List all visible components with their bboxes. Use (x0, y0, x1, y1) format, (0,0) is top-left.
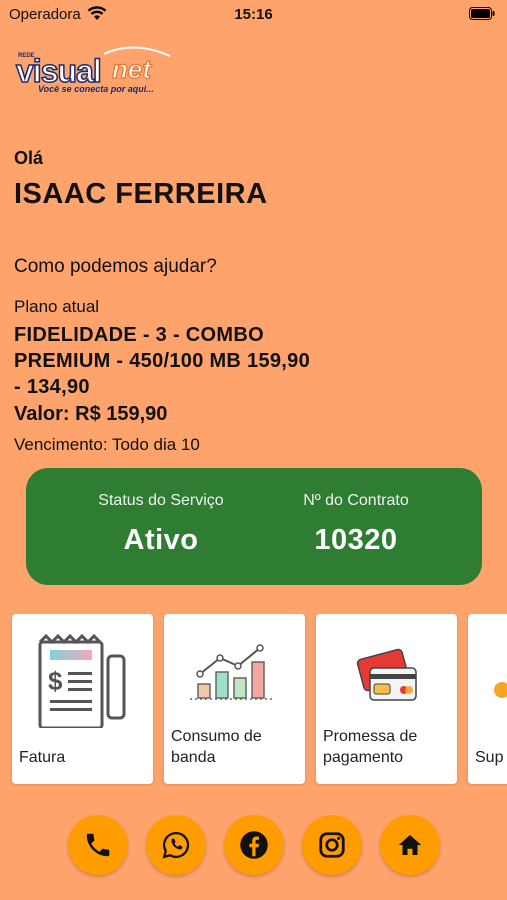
service-status-card: Status do Serviço Ativo Nº do Contrato 1… (26, 468, 482, 585)
plan-label: Plano atual (14, 297, 100, 316)
tile-support[interactable]: Sup (468, 614, 507, 784)
tile-bandwidth-label: Consumo de banda (171, 728, 262, 766)
contract-number-label: Nº do Contrato (303, 492, 409, 509)
user-name: ISAAC FERREIRA (14, 178, 268, 210)
bottom-action-bar (0, 815, 507, 877)
help-prompt: Como podemos ajudar? (14, 256, 217, 277)
svg-text:$: $ (48, 666, 63, 696)
tile-invoice-label: Fatura (19, 749, 66, 766)
phone-button[interactable] (68, 815, 128, 875)
tile-payment-promise-label: Promessa de pagamento (323, 728, 418, 766)
plan-value: Valor: R$ 159,90 (14, 403, 168, 425)
tile-support-label: Sup (475, 749, 504, 766)
phone-icon (86, 833, 110, 857)
credit-card-icon (356, 648, 417, 701)
service-status: Status do Serviço Ativo (76, 492, 246, 557)
svg-text:net: net (112, 54, 152, 84)
clock: 15:16 (234, 6, 273, 23)
battery-icon (469, 7, 495, 20)
plan-name: FIDELIDADE - 3 - COMBO PREMIUM - 450/100… (14, 324, 311, 398)
whatsapp-icon (162, 831, 190, 859)
instagram-icon (319, 832, 345, 858)
tile-bandwidth[interactable]: Consumo de banda (164, 614, 305, 784)
whatsapp-button[interactable] (146, 815, 206, 875)
facebook-icon (240, 831, 268, 859)
bandwidth-chart-icon (190, 644, 274, 700)
home-button[interactable] (380, 815, 440, 875)
status-bar: Operadora 15:16 (0, 0, 507, 30)
service-status-label: Status do Serviço (98, 492, 224, 509)
plan-due-date: Vencimento: Todo dia 10 (14, 435, 200, 454)
facebook-button[interactable] (224, 815, 284, 875)
greeting: Olá (14, 148, 44, 168)
service-status-value: Ativo (123, 524, 199, 556)
instagram-button[interactable] (302, 815, 362, 875)
contract-number: Nº do Contrato 10320 (266, 492, 446, 557)
logo-tagline: Você se conecta por aqui... (38, 84, 154, 94)
service-tiles: $ Fatura Consumo de banda Promessa de pa… (0, 614, 507, 786)
tile-invoice[interactable]: $ Fatura (12, 614, 153, 784)
brand-logo: REDE visual net (14, 44, 179, 104)
support-icon (494, 682, 507, 698)
tile-payment-promise[interactable]: Promessa de pagamento (316, 614, 457, 784)
contract-number-value: 10320 (314, 524, 398, 556)
invoice-icon: $ (38, 633, 126, 728)
home-icon (398, 835, 422, 855)
